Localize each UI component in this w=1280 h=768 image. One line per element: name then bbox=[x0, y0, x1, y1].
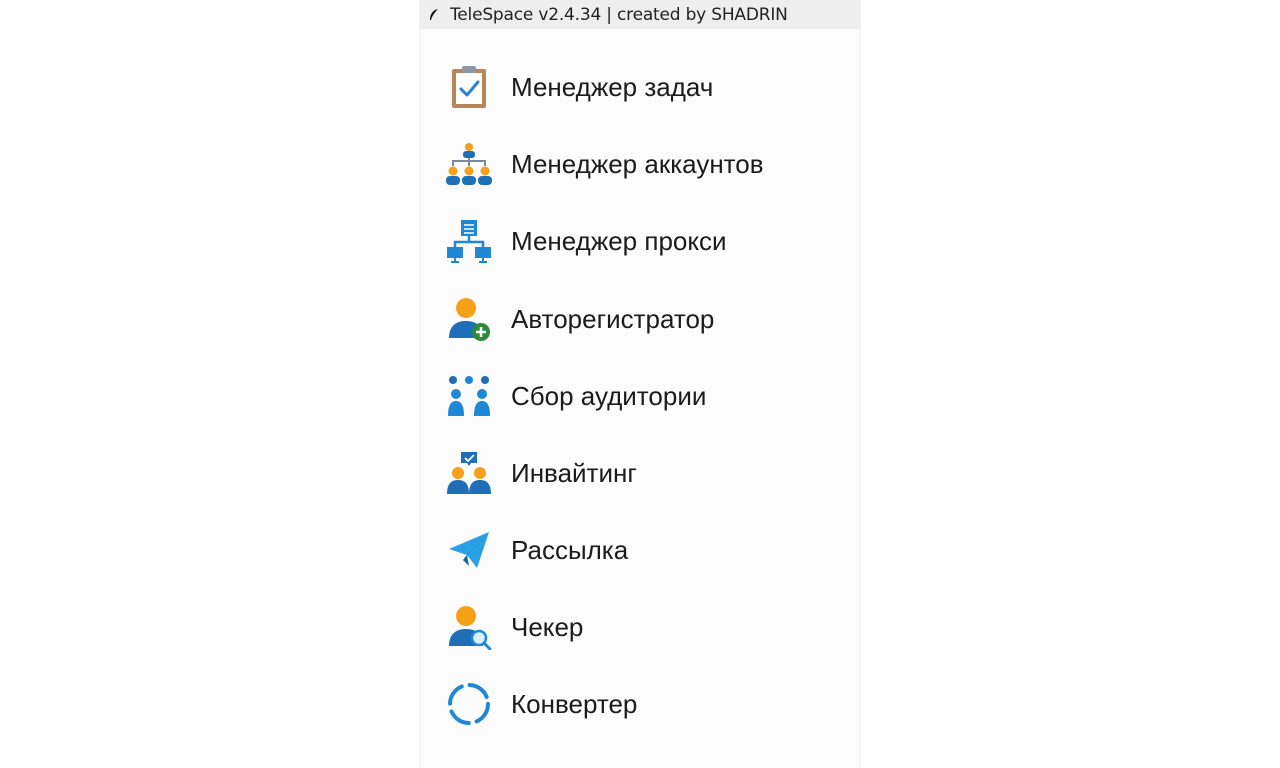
menu-item-label: Авторегистратор bbox=[511, 303, 715, 334]
menu-item-label: Менеджер задач bbox=[511, 71, 714, 102]
menu-item-label: Менеджер прокси bbox=[511, 225, 727, 256]
menu-item-label: Менеджер аккаунтов bbox=[511, 148, 764, 179]
audience-group-icon bbox=[445, 372, 493, 420]
clipboard-check-icon bbox=[445, 63, 493, 111]
app-window: TeleSpace v2.4.34 | created by SHADRIN М… bbox=[419, 0, 861, 768]
menu-item-proxy-manager[interactable]: Менеджер прокси bbox=[420, 212, 860, 270]
convert-circle-icon bbox=[445, 680, 493, 728]
users-invite-icon bbox=[445, 449, 493, 497]
menu-item-auto-registrar[interactable]: Авторегистратор bbox=[420, 290, 860, 348]
menu-item-audience-collection[interactable]: Сбор аудитории bbox=[420, 367, 860, 425]
menu-item-task-manager[interactable]: Менеджер задач bbox=[420, 58, 860, 116]
window-title: TeleSpace v2.4.34 | created by SHADRIN bbox=[450, 4, 788, 25]
user-add-icon bbox=[445, 295, 493, 343]
menu-item-label: Чекер bbox=[511, 611, 584, 642]
menu-item-mailing[interactable]: Рассылка bbox=[420, 521, 860, 579]
menu-item-label: Конвертер bbox=[511, 688, 638, 719]
menu-item-inviting[interactable]: Инвайтинг bbox=[420, 444, 860, 502]
network-servers-icon bbox=[445, 217, 493, 265]
account-hierarchy-icon bbox=[445, 140, 493, 188]
feather-icon bbox=[427, 8, 441, 22]
title-bar[interactable]: TeleSpace v2.4.34 | created by SHADRIN bbox=[420, 0, 860, 29]
menu-item-label: Инвайтинг bbox=[511, 457, 637, 488]
menu-item-label: Рассылка bbox=[511, 534, 629, 565]
paper-plane-icon bbox=[445, 526, 493, 574]
user-search-icon bbox=[445, 603, 493, 651]
menu-item-label: Сбор аудитории bbox=[511, 380, 707, 411]
menu-item-account-manager[interactable]: Менеджер аккаунтов bbox=[420, 135, 860, 193]
menu-item-checker[interactable]: Чекер bbox=[420, 598, 860, 656]
menu-item-converter[interactable]: Конвертер bbox=[420, 675, 860, 733]
